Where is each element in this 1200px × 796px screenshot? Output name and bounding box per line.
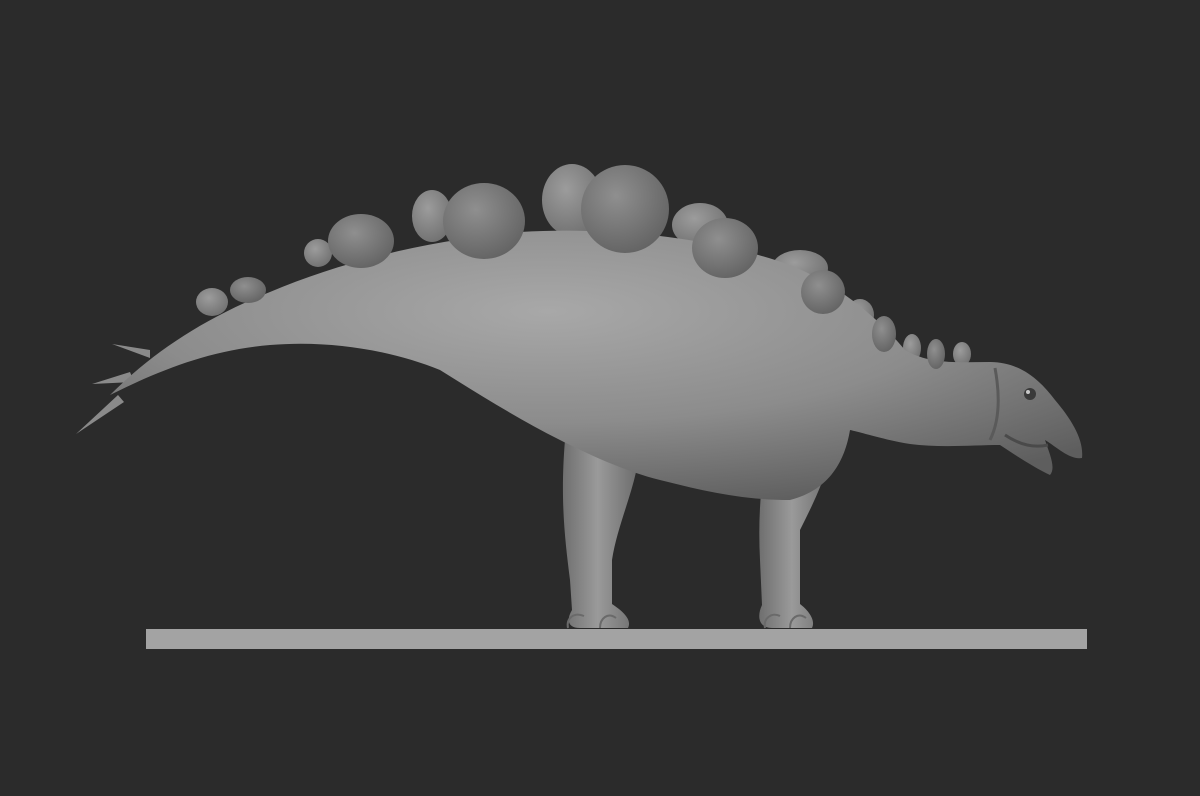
3d-viewport[interactable]	[0, 0, 1200, 796]
eye-icon	[1024, 388, 1036, 400]
tail-spikes	[76, 344, 150, 434]
base-platform	[146, 629, 1087, 649]
sculpt-model[interactable]	[0, 0, 1200, 796]
